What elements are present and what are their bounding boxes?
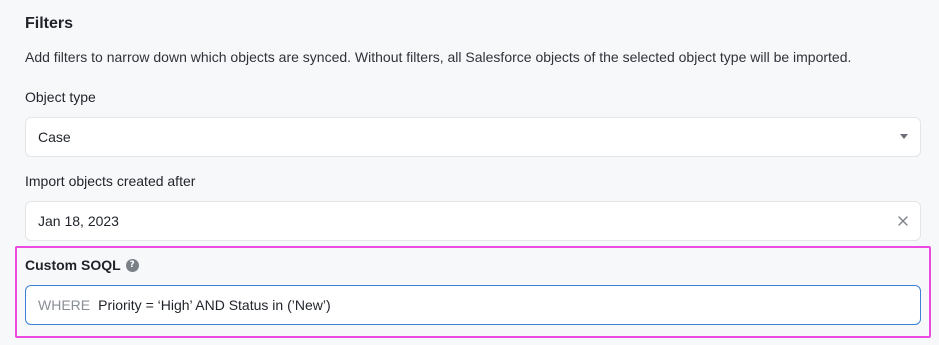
soql-where-prefix: WHERE: [38, 297, 91, 313]
custom-soql-input[interactable]: WHERE Priority = ‘High’ AND Status in (’…: [25, 285, 921, 325]
created-after-value: Jan 18, 2023: [38, 213, 119, 229]
object-type-select[interactable]: Case: [25, 117, 921, 157]
custom-soql-label-row: Custom SOQL ?: [25, 257, 139, 273]
caret-down-icon: [900, 134, 908, 139]
created-after-label: Import objects created after: [25, 173, 196, 189]
clear-icon[interactable]: [897, 215, 909, 227]
custom-soql-label: Custom SOQL: [25, 257, 121, 273]
soql-query-value: Priority = ‘High’ AND Status in (’New’): [98, 297, 331, 313]
created-after-date-input[interactable]: Jan 18, 2023: [25, 201, 921, 241]
filters-title: Filters: [25, 15, 74, 32]
object-type-value: Case: [38, 129, 71, 145]
object-type-label: Object type: [25, 89, 96, 105]
filters-description: Add filters to narrow down which objects…: [25, 49, 852, 65]
help-icon[interactable]: ?: [125, 258, 139, 272]
